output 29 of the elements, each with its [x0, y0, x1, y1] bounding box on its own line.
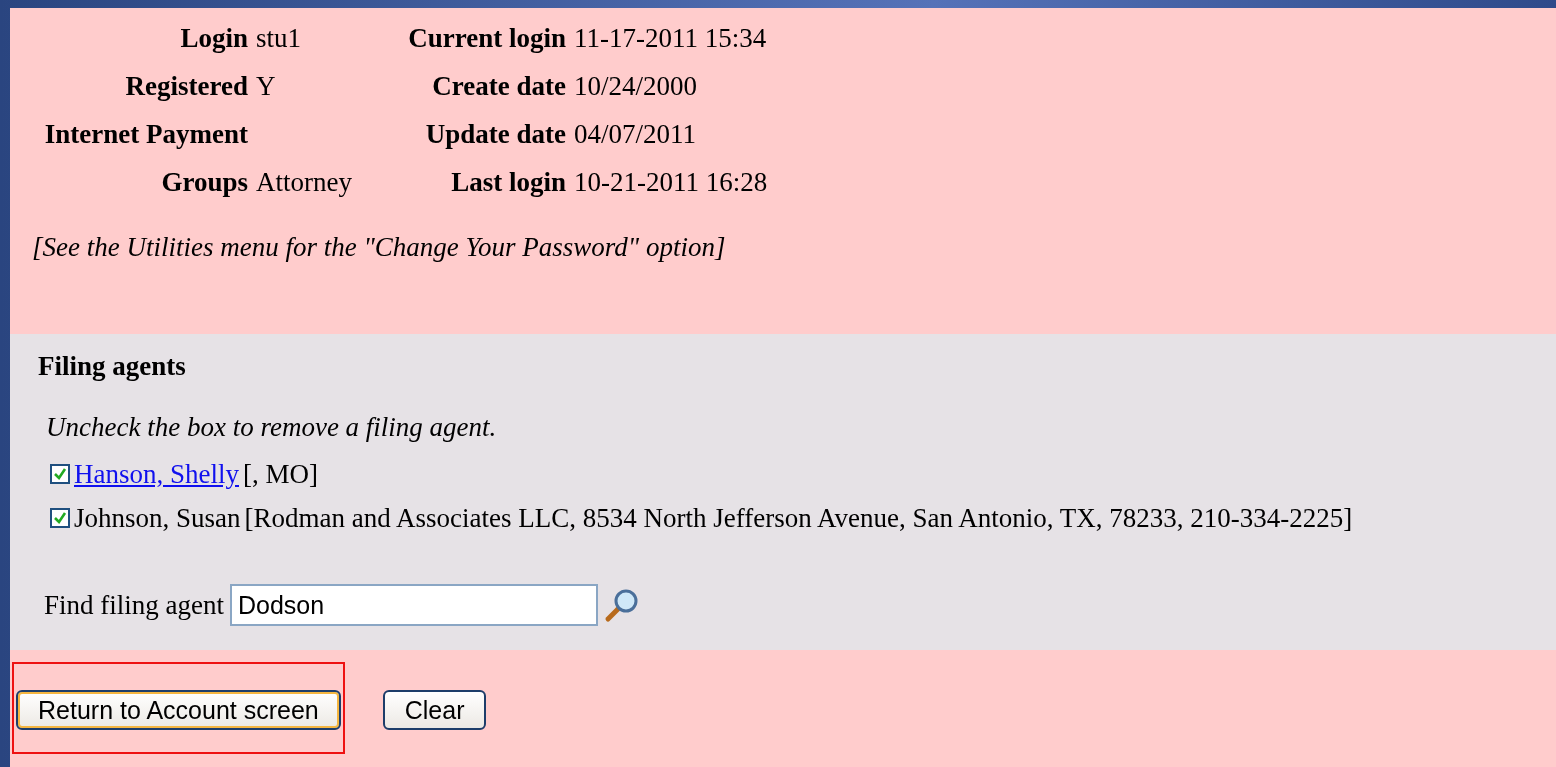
instruction-text: Uncheck the box to remove a filing agent. — [46, 411, 497, 443]
field-label: Internet Payment — [44, 118, 248, 149]
agent-link[interactable]: Hanson, Shelly — [74, 458, 239, 490]
field-label: Login — [180, 22, 248, 53]
password-note: [See the Utilities menu for the "Change Your Password" option] — [32, 232, 726, 262]
field-value: stu1 — [256, 22, 301, 53]
field-label: Create date — [432, 70, 566, 101]
field-value: 10/24/2000 — [574, 70, 697, 101]
section-title: Filing agents — [38, 350, 186, 382]
field-value: Attorney — [256, 166, 352, 197]
field-label: Last login — [451, 166, 566, 197]
agent-details: [Rodman and Associates LLC, 8534 North Jefferson Avenue, San Antonio, TX, 78233, 210-334-2225] — [244, 502, 1353, 534]
checkbox[interactable] — [50, 464, 70, 484]
field-label: Groups — [161, 166, 248, 197]
search-icon[interactable] — [604, 587, 640, 623]
agent-details: [, MO] — [243, 458, 318, 490]
checkbox[interactable] — [50, 508, 70, 528]
field-value: 11-17-2011 15:34 — [574, 22, 767, 53]
agent-name: Johnson, Susan — [74, 502, 241, 534]
find-label: Find filing agent — [44, 589, 224, 621]
field-label: Update date — [425, 118, 566, 149]
field-value: 04/07/2011 — [574, 118, 696, 149]
field-label: Current login — [408, 22, 566, 53]
action-button[interactable]: Return to Account screen — [16, 690, 341, 730]
field-label: Registered — [125, 70, 248, 101]
search-field[interactable]: Dodson — [230, 584, 598, 626]
field-value: Y — [256, 70, 276, 101]
action-button[interactable]: Clear — [382, 690, 487, 730]
field-value: 10-21-2011 16:28 — [574, 166, 768, 197]
